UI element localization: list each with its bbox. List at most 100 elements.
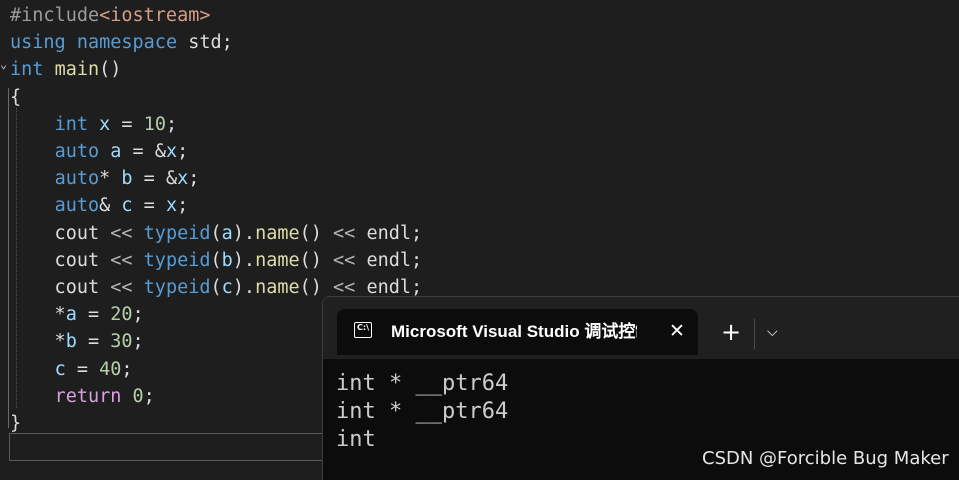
code-line: *b = 30; <box>10 328 144 355</box>
code-token: main <box>54 59 100 81</box>
tab-bar: C:\ Microsoft Visual Studio 调试控制台 ✕ + ⌵ <box>323 297 959 359</box>
code-line: auto* b = &x; <box>10 165 200 192</box>
code-token: endl; <box>355 249 423 271</box>
code-token: ; <box>143 385 155 407</box>
code-token: () <box>299 222 334 244</box>
terminal-output-line: int * __ptr64 <box>336 371 509 396</box>
code-token: ; <box>177 195 189 217</box>
code-token: = <box>65 358 100 380</box>
code-token: * <box>99 168 122 190</box>
new-tab-button[interactable]: + <box>721 317 741 347</box>
code-token: b <box>221 249 233 271</box>
code-token: = <box>76 331 111 353</box>
code-line: { <box>10 84 21 111</box>
code-token: ( <box>210 222 222 244</box>
code-token: typeid <box>143 249 211 271</box>
terminal-tab[interactable]: C:\ Microsoft Visual Studio 调试控制台 ✕ <box>337 309 698 355</box>
code-line: cout << typeid(b).name() << endl; <box>10 247 423 274</box>
code-token: & <box>99 195 122 217</box>
code-line: int x = 10; <box>10 111 178 138</box>
code-token: ; <box>121 358 133 380</box>
scope-bar <box>8 88 9 428</box>
code-token: name <box>255 222 300 244</box>
code-token: ). <box>232 222 256 244</box>
code-token: << <box>110 277 133 298</box>
code-token: ). <box>232 249 256 271</box>
code-line: using namespace std; <box>10 29 233 56</box>
chevron-down-icon[interactable]: ⌄ <box>0 58 7 70</box>
code-token: c <box>121 195 133 217</box>
code-line: *a = 20; <box>10 301 144 328</box>
code-token: << <box>110 249 133 271</box>
code-token: typeid <box>143 222 211 244</box>
code-token: ; <box>165 113 178 135</box>
code-token: endl; <box>355 277 423 298</box>
code-token: << <box>333 249 356 271</box>
code-token: cout <box>10 222 111 244</box>
code-token: name <box>255 249 300 271</box>
code-token: c <box>54 358 66 380</box>
code-token: std; <box>177 32 233 54</box>
code-token: * <box>10 304 66 326</box>
code-token: ( <box>210 277 222 298</box>
code-token: a <box>110 141 122 162</box>
code-token: = & <box>121 141 166 162</box>
code-token: << <box>333 222 356 244</box>
terminal-output-line: int <box>336 427 376 452</box>
code-token: ; <box>132 331 144 353</box>
code-token: name <box>255 277 300 298</box>
code-token: cout <box>10 277 111 298</box>
code-token: = <box>76 304 111 326</box>
code-token: () <box>299 277 334 298</box>
code-line: auto a = &x; <box>10 138 189 165</box>
code-token: auto <box>54 168 100 190</box>
code-token: a <box>65 304 77 326</box>
code-token: () <box>299 249 334 271</box>
code-token: 20 <box>110 304 133 326</box>
code-token: x <box>99 113 111 135</box>
code-token: int <box>10 59 44 81</box>
code-line: return 0; <box>10 383 155 410</box>
code-token: #include <box>10 5 100 26</box>
editor-bottom-bar <box>9 433 340 461</box>
code-token: 0 <box>132 385 144 407</box>
watermark: CSDN @Forcible Bug Maker <box>702 448 949 469</box>
terminal-output-line: int * __ptr64 <box>336 399 509 424</box>
close-icon[interactable]: ✕ <box>669 318 685 344</box>
code-line: auto& c = x; <box>10 192 189 219</box>
code-token: * <box>10 331 66 353</box>
code-token: ; <box>188 168 200 190</box>
code-token: () <box>99 59 122 81</box>
code-token: = <box>110 113 144 135</box>
code-token: int <box>54 113 88 135</box>
code-token: return <box>54 385 122 407</box>
code-token: = & <box>132 168 178 190</box>
code-token: auto <box>54 141 100 162</box>
chevron-down-icon[interactable]: ⌵ <box>767 321 778 343</box>
code-token: ( <box>210 249 222 271</box>
code-token: 30 <box>110 331 133 353</box>
code-line: c = 40; <box>10 356 133 383</box>
code-token: } <box>10 413 22 434</box>
code-token: 40 <box>99 358 122 380</box>
code-token: cout <box>10 249 111 271</box>
console-icon: C:\ <box>354 322 372 338</box>
code-token: = <box>132 195 166 217</box>
code-token: 10 <box>143 113 166 135</box>
code-token: auto <box>54 195 100 217</box>
code-line: #include<iostream> <box>10 2 211 29</box>
code-token: x <box>165 195 178 217</box>
code-line: cout << typeid(a).name() << endl; <box>10 220 423 247</box>
